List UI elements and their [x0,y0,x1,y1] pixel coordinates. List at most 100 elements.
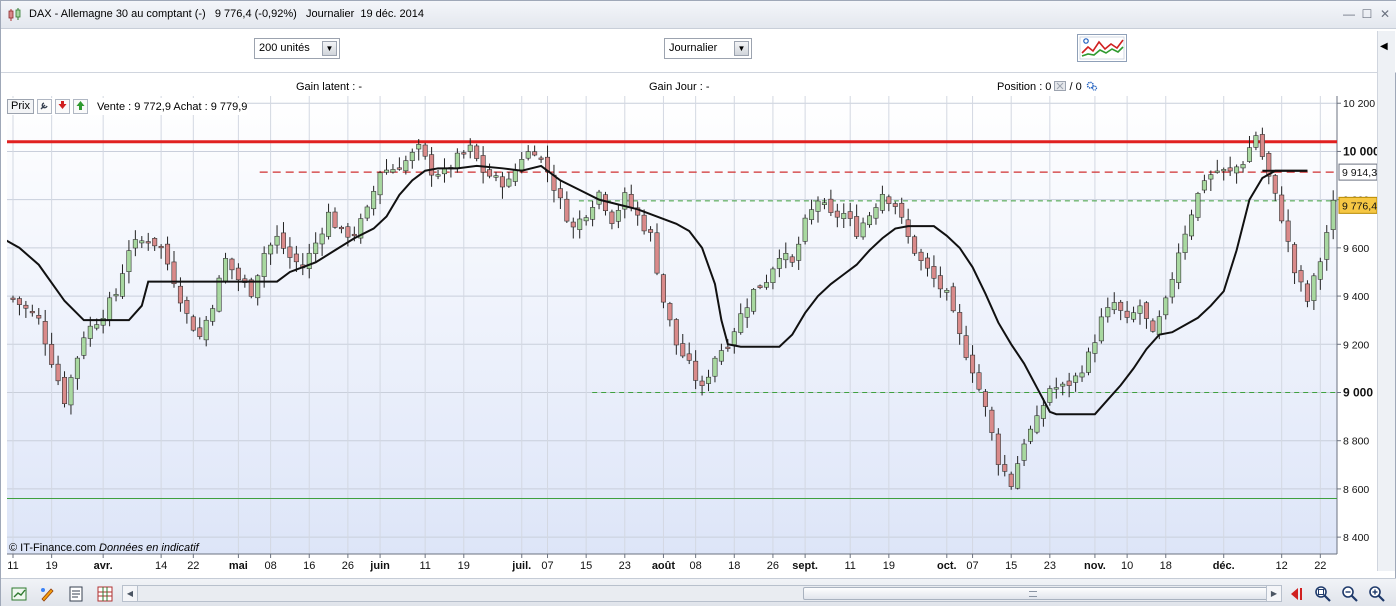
price-chart[interactable]: 10 20010 0009 8009 6009 4009 2009 0008 8… [7,96,1377,574]
scroll-grip [1029,591,1037,597]
candle-bear [36,315,42,319]
x-tick-label: 18 [728,560,740,572]
x-tick-label: 11 [7,560,18,572]
chevron-down-icon[interactable]: ▼ [322,41,337,56]
x-tick-label: 07 [541,560,553,572]
chevron-down-icon[interactable]: ▼ [734,41,749,56]
candle-bear [171,261,177,285]
candle-bull [1176,252,1182,283]
arrow-up-icon[interactable] [72,99,88,114]
candle-bear [957,312,963,334]
candle-bull [751,289,757,312]
zoom-out-icon[interactable] [1341,585,1359,603]
x-tick-label: 14 [155,560,167,572]
close-position-icon[interactable] [1054,81,1067,91]
scroll-end-icon[interactable] [1288,585,1306,603]
minimize-button[interactable]: — [1341,7,1357,21]
horizontal-scrollbar[interactable]: ◀ ▶ [122,585,1282,602]
candle-bull [1111,302,1117,311]
candle-bear [924,257,930,269]
period-select[interactable]: Journalier ▼ [664,38,752,59]
candle-bull [81,337,87,356]
candle-bear [950,286,956,312]
candle-bull [139,240,145,244]
candlestick-icon [8,8,21,21]
x-tick-label: 15 [580,560,592,572]
candle-bear [667,303,673,321]
y-tick-label: 9 000 [1343,385,1373,399]
units-select[interactable]: 200 unités ▼ [254,38,340,59]
chevron-left-icon[interactable]: ◀ [1380,41,1394,55]
candle-bull [512,169,518,182]
candle-bull [1234,166,1240,174]
candle-bull [519,159,525,171]
zoom-fit-icon[interactable] [1314,585,1332,603]
candle-bear [55,363,61,382]
refresh-chart-icon[interactable] [11,585,29,603]
x-tick-label: mai [229,560,248,572]
candle-bear [1143,302,1149,319]
candle-bear [351,233,357,237]
wrench-icon[interactable] [36,99,52,114]
candle-bear [899,202,905,218]
candle-bear [557,188,563,199]
title-bar[interactable]: DAX - Allemagne 30 au comptant (-) 9 776… [1,1,1396,29]
x-tick-label: juil. [511,560,531,572]
candle-bear [1259,134,1265,157]
candle-bull [1021,443,1027,461]
chart-svg[interactable]: 10 20010 0009 8009 6009 4009 2009 0008 8… [7,96,1377,574]
indicators-button[interactable] [1077,34,1127,62]
grid-table-icon[interactable] [96,585,114,603]
candle-bear [16,298,22,305]
candle-bull [493,175,499,178]
candle-bull [1317,261,1323,280]
candle-bull [1015,463,1021,489]
candle-bull [1156,316,1162,336]
restore-button[interactable]: ☐ [1359,7,1375,21]
window-title: DAX - Allemagne 30 au comptant (-) 9 776… [29,8,424,20]
candle-bull [776,258,782,269]
candle-bull [319,233,325,245]
candle-bear [429,154,435,176]
draw-tools-icon[interactable] [39,585,57,603]
x-tick-label: 07 [966,560,978,572]
candle-bull [615,210,621,222]
candle-bull [577,218,583,230]
candle-bear [564,198,570,222]
candle-bear [280,232,286,249]
candle-bear [905,219,911,237]
candle-bull [1040,405,1046,419]
candle-bear [345,226,351,238]
x-tick-label: oct. [937,560,957,572]
candle-bear [1279,194,1285,222]
gears-icon[interactable] [1085,81,1099,91]
candle-bull [763,282,769,288]
zoom-in-icon[interactable] [1368,585,1386,603]
scroll-left-arrow[interactable]: ◀ [123,586,138,601]
candle-bull [841,213,847,219]
candle-bull [1028,428,1034,442]
candle-bear [1008,473,1014,487]
y-tick-label: 8 400 [1343,532,1369,544]
side-panel-scroll[interactable]: ◀ [1377,31,1395,571]
candle-bull [1053,387,1059,390]
candle-bull [1034,415,1040,433]
candle-bear [461,152,467,155]
x-tick-label: 12 [1276,560,1288,572]
x-tick-label: 26 [767,560,779,572]
candle-bear [892,203,898,207]
scroll-thumb[interactable] [803,587,1268,600]
candle-bull [1079,372,1085,378]
close-button[interactable]: ✕ [1377,7,1393,21]
x-tick-label: août [652,560,676,572]
candle-bull [435,174,441,177]
candle-bear [660,274,666,303]
candle-bear [641,214,647,232]
candle-bear [757,285,763,289]
candle-bull [261,253,267,277]
legend-prix-label[interactable]: Prix [7,99,34,114]
arrow-down-icon[interactable] [54,99,70,114]
scroll-right-arrow[interactable]: ▶ [1266,586,1281,601]
candle-bull [738,313,744,333]
notes-icon[interactable] [68,585,86,603]
